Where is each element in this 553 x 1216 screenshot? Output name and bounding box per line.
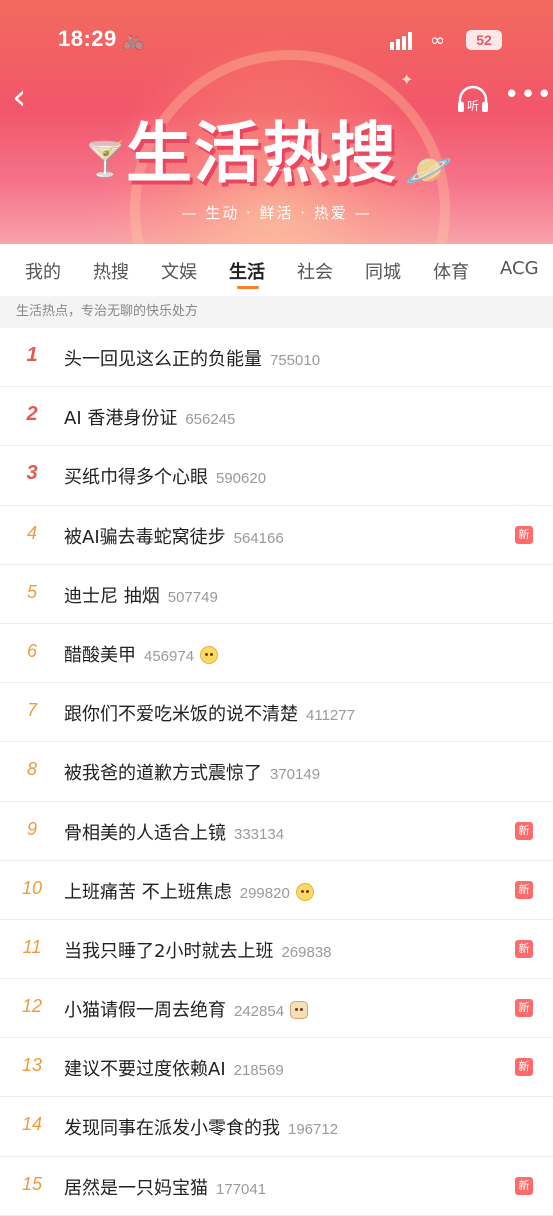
listen-icon[interactable]: 听 (456, 84, 490, 116)
category-notice: 生活热点，专治无聊的快乐处方 (0, 296, 553, 328)
rank-number: 5 (26, 581, 37, 602)
heat-count: 370149 (270, 766, 321, 784)
listen-label: 听 (467, 99, 479, 113)
heat-count: 269838 (281, 943, 332, 961)
list-item[interactable]: 8 被我爸的道歉方式震惊了 370149 (0, 742, 553, 802)
heat-count: 564166 (233, 529, 284, 547)
list-item[interactable]: 7 跟你们不爱吃米饭的说不清楚 411277 (0, 683, 553, 743)
back-arrow-icon[interactable]: ‹ (12, 80, 40, 118)
page-subtitle: — 生动 · 鲜活 · 热爱 — (181, 204, 372, 222)
link-icon: ∞ (430, 30, 445, 51)
list-item[interactable]: 9 骨相美的人适合上镜 333134 新 (0, 802, 553, 861)
topic-title: 发现同事在派发小零食的我 196712 (64, 1118, 339, 1140)
topic-title: 上班痛苦 不上班焦虑 299820 (64, 878, 314, 904)
heat-count: 590620 (216, 470, 267, 488)
list-item[interactable]: 11 当我只睡了2小时就去上班 269838 新 (0, 920, 553, 980)
topic-title: AI 香港身份证 656245 (64, 408, 236, 430)
new-badge: 新 (515, 1058, 533, 1077)
rank-number: 10 (21, 877, 43, 898)
topic-title: 居然是一只妈宝猫 177041 (64, 1177, 267, 1199)
smiling-emoji-icon (200, 645, 219, 664)
rank-number: 12 (21, 996, 43, 1017)
list-item[interactable]: 5 迪士尼 抽烟 507749 (0, 565, 553, 624)
hot-search-list: 1 头一回见这么正的负能量 755010 2 AI 香港身份证 656245 3 买纸巾得多个… (0, 328, 553, 1216)
tab-society[interactable]: 社会 (297, 258, 333, 284)
rank-number: 11 (22, 936, 42, 957)
new-badge: 新 (515, 999, 533, 1018)
rank-number: 1 (26, 344, 38, 366)
topic-title: 建议不要过度依赖AI 218569 (64, 1059, 284, 1081)
topic-title: 当我只睡了2小时就去上班 269838 (64, 940, 332, 962)
cocktail-icon: 🍸 (84, 140, 127, 180)
cat-emoji-icon (290, 1001, 309, 1020)
header-banner: 🍸 🪐 ✦ 18:29 🚲 ∞ 52 ‹ 听 ••• 生活热搜 — 生动 · 鲜… (0, 0, 553, 244)
topic-title: 醋酸美甲 456974 (64, 641, 219, 667)
face-emoji-icon (295, 882, 314, 901)
topic-title: 骨相美的人适合上镜 333134 (64, 822, 285, 844)
heat-count: 333134 (234, 825, 285, 843)
new-badge: 新 (515, 939, 533, 958)
rank-number: 14 (21, 1114, 43, 1135)
rank-number: 2 (26, 403, 38, 426)
signal-icon (390, 32, 412, 50)
tab-hot-search[interactable]: 热搜 (93, 258, 129, 284)
list-item[interactable]: 13 建议不要过度依赖AI 218569 新 (0, 1038, 553, 1098)
topic-title: 迪士尼 抽烟 507749 (64, 585, 218, 607)
topic-title: 被AI骗去毒蛇窝徒步 564166 (64, 526, 284, 548)
heat-count: 456974 (144, 647, 195, 665)
heat-count: 177041 (216, 1180, 267, 1198)
tab-life[interactable]: 生活 (229, 258, 265, 284)
rank-number: 4 (26, 522, 37, 543)
rank-number: 13 (21, 1055, 43, 1076)
list-item[interactable]: 14 发现同事在派发小零食的我 196712 (0, 1097, 553, 1157)
list-item[interactable]: 2 AI 香港身份证 656245 (0, 387, 553, 447)
heat-count: 242854 (234, 1003, 285, 1021)
rank-number: 8 (26, 759, 37, 780)
new-badge: 新 (515, 880, 533, 899)
heat-count: 411277 (306, 707, 355, 725)
topic-title: 小猫请假一周去绝育 242854 (64, 996, 309, 1022)
list-item[interactable]: 15 居然是一只妈宝猫 177041 新 (0, 1157, 553, 1216)
rank-number: 3 (26, 462, 38, 485)
rank-number: 15 (21, 1173, 43, 1194)
more-options-icon[interactable]: ••• (504, 82, 552, 118)
topic-title: 买纸巾得多个心眼 590620 (64, 467, 267, 489)
new-badge: 新 (515, 821, 533, 840)
rank-number: 9 (26, 818, 37, 839)
tab-local[interactable]: 同城 (365, 258, 401, 284)
page-title: 生活热搜 (126, 115, 398, 192)
heat-count: 755010 (270, 352, 321, 369)
topic-title: 被我爸的道歉方式震惊了 370149 (64, 763, 321, 785)
list-item[interactable]: 12 小猫请假一周去绝育 242854 新 (0, 979, 553, 1039)
tab-acg[interactable]: ACG (500, 258, 539, 279)
planet-icon: 🪐 (405, 148, 453, 192)
rank-number: 7 (26, 700, 37, 721)
bicycle-icon: 🚲 (122, 30, 145, 51)
new-badge: 新 (515, 525, 533, 544)
heat-count: 507749 (167, 588, 218, 606)
list-item[interactable]: 3 买纸巾得多个心眼 590620 (0, 446, 553, 506)
heat-count: 218569 (233, 1062, 284, 1080)
new-badge: 新 (515, 1176, 533, 1195)
status-bar: 18:29 🚲 ∞ 52 (0, 26, 553, 58)
category-tabs: 我的 热搜 文娱 生活 社会 同城 体育 ACG (0, 244, 553, 296)
rank-number: 6 (26, 640, 37, 661)
heat-count: 196712 (288, 1121, 339, 1139)
heat-count: 299820 (239, 884, 290, 902)
list-item[interactable]: 10 上班痛苦 不上班焦虑 299820 新 (0, 861, 553, 920)
tab-entertainment[interactable]: 文娱 (161, 258, 197, 284)
status-time: 18:29 (58, 26, 117, 51)
topic-title: 跟你们不爱吃米饭的说不清楚 411277 (64, 704, 355, 726)
list-item[interactable]: 4 被AI骗去毒蛇窝徒步 564166 新 (0, 506, 553, 565)
tab-mine[interactable]: 我的 (25, 258, 61, 284)
list-item[interactable]: 6 醋酸美甲 456974 (0, 624, 553, 684)
battery-indicator: 52 (466, 30, 502, 50)
heat-count: 656245 (185, 411, 236, 429)
list-item[interactable]: 1 头一回见这么正的负能量 755010 (0, 328, 553, 388)
tab-sports[interactable]: 体育 (433, 258, 469, 284)
active-tab-indicator (237, 286, 259, 289)
topic-title: 头一回见这么正的负能量 755010 (64, 349, 321, 370)
